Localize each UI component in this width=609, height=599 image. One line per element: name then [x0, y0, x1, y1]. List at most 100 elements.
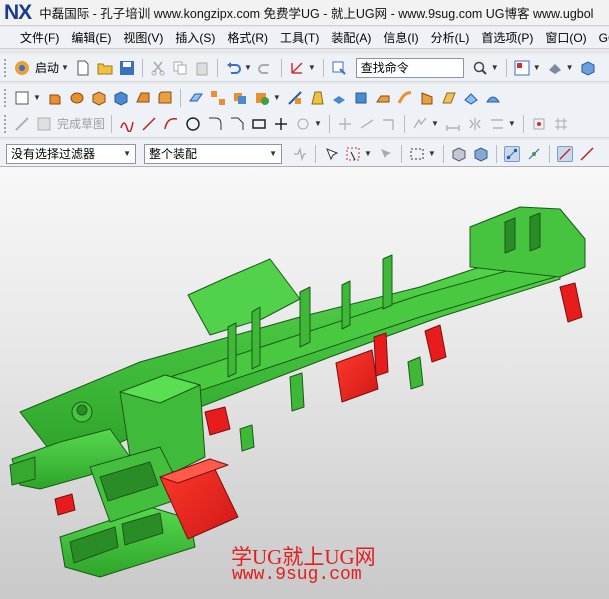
tab-2[interactable] [407, 356, 424, 390]
snap-point-icon[interactable] [345, 146, 361, 162]
copy-icon[interactable] [172, 60, 188, 76]
unite-icon[interactable] [232, 90, 248, 106]
filter-settings-icon[interactable] [292, 146, 308, 162]
menu-gc-toolbox[interactable]: GC 工 [593, 29, 609, 46]
toolbar-grip[interactable] [4, 58, 8, 77]
render-style-icon[interactable] [547, 60, 563, 76]
chevron-down-icon[interactable]: ▼ [533, 63, 541, 72]
snap-endpoint-icon[interactable] [503, 145, 520, 162]
rectangle-icon[interactable] [251, 116, 267, 132]
redo-icon[interactable] [257, 60, 274, 76]
chevron-down-icon[interactable]: ▼ [308, 63, 316, 72]
thicken-icon[interactable] [353, 90, 369, 106]
mesh-surface-icon[interactable] [463, 90, 479, 106]
cut-icon[interactable] [150, 60, 166, 76]
rib-4[interactable] [251, 306, 261, 370]
block-icon[interactable] [91, 90, 107, 106]
through-curves-icon[interactable] [419, 90, 435, 106]
graphics-window[interactable]: 学UG就上UG网 www.9sug.com [0, 166, 609, 599]
menu-analysis[interactable]: 分析(L) [425, 29, 476, 46]
swept-icon[interactable] [397, 90, 413, 106]
menu-information[interactable]: 信息(I) [377, 29, 424, 46]
offset-face-icon[interactable] [331, 90, 347, 106]
rib-3[interactable] [299, 286, 311, 348]
menu-assembly[interactable]: 装配(A) [325, 29, 377, 46]
chevron-down-icon[interactable]: ▼ [61, 63, 69, 72]
extrude-icon[interactable] [47, 90, 63, 106]
tab-1[interactable] [289, 372, 305, 412]
ruled-icon[interactable] [441, 90, 457, 106]
menu-view[interactable]: 视图(V) [117, 29, 169, 46]
studio-surface-icon[interactable] [485, 90, 501, 106]
menu-window[interactable]: 窗口(O) [539, 29, 592, 46]
project-curve-icon[interactable] [489, 116, 505, 132]
rectangle-select-icon[interactable] [409, 146, 425, 162]
circle-icon[interactable] [185, 116, 201, 132]
save-icon[interactable] [119, 60, 135, 76]
point-icon[interactable] [273, 116, 289, 132]
mirror-curve-icon[interactable] [467, 116, 483, 132]
arc-icon[interactable] [163, 116, 179, 132]
finish-sketch-button[interactable]: 完成草图 [57, 115, 105, 132]
menu-edit[interactable]: 编辑(E) [65, 29, 117, 46]
multi-select-icon[interactable] [378, 146, 394, 162]
sketch-icon[interactable] [14, 90, 30, 106]
trim-body-icon[interactable] [287, 90, 303, 106]
view-cube-icon[interactable] [580, 60, 596, 76]
chevron-down-icon[interactable]: ▼ [33, 93, 41, 102]
sew-icon[interactable] [375, 90, 391, 106]
quick-extend-icon[interactable] [359, 116, 375, 132]
search-icon[interactable] [472, 60, 488, 76]
boss-hole[interactable] [76, 404, 88, 416]
chamfer-icon[interactable] [135, 90, 151, 106]
type-filter-select[interactable]: 没有选择过滤器 ▼ [6, 143, 136, 164]
draft-icon[interactable] [309, 90, 325, 106]
undo-icon[interactable] [225, 60, 241, 76]
select-features-icon[interactable] [323, 146, 339, 162]
chamfer-sketch-icon[interactable] [229, 116, 245, 132]
layout-icon[interactable] [514, 60, 530, 76]
red-clip-3[interactable] [559, 282, 583, 323]
align-icon[interactable] [531, 116, 547, 132]
tab-3[interactable] [239, 424, 255, 452]
pattern-icon[interactable] [210, 90, 226, 106]
menu-file[interactable]: 文件(F) [14, 29, 65, 46]
snap-line-icon[interactable] [579, 146, 595, 162]
red-block-mid[interactable] [335, 349, 379, 403]
assembly-model[interactable] [9, 206, 586, 578]
start-button[interactable]: 启动 [35, 59, 59, 76]
datum-plane-icon[interactable] [188, 90, 204, 106]
new-file-icon[interactable] [75, 60, 91, 76]
chevron-down-icon[interactable]: ▼ [431, 119, 439, 128]
menu-format[interactable]: 格式(R) [221, 29, 274, 46]
chevron-down-icon[interactable]: ▼ [508, 119, 516, 128]
chevron-down-icon[interactable]: ▼ [428, 149, 436, 158]
command-finder-icon[interactable] [331, 60, 347, 76]
menu-preferences[interactable]: 首选项(P) [475, 29, 539, 46]
wcs-icon[interactable] [289, 60, 305, 76]
toolbar-grip[interactable] [4, 114, 8, 133]
section-view-icon[interactable] [473, 146, 489, 162]
chevron-down-icon[interactable]: ▼ [244, 63, 252, 72]
sketch-task-icon[interactable] [14, 116, 30, 132]
red-clip-1[interactable] [373, 332, 389, 377]
line-icon[interactable] [141, 116, 157, 132]
search-command-input[interactable]: 查找命令 [355, 57, 464, 78]
dimension-icon[interactable] [445, 116, 461, 132]
right-tower[interactable] [469, 206, 586, 278]
chevron-down-icon[interactable]: ▼ [364, 149, 372, 158]
model-view[interactable] [0, 167, 609, 599]
rib-2[interactable] [341, 280, 351, 330]
paste-icon[interactable] [194, 60, 210, 76]
menu-insert[interactable]: 插入(S) [169, 29, 221, 46]
offset-curve-icon[interactable] [295, 116, 311, 132]
chevron-down-icon[interactable]: ▼ [566, 63, 574, 72]
chevron-down-icon[interactable]: ▼ [491, 63, 499, 72]
red-clip-5[interactable] [54, 493, 76, 516]
open-folder-icon[interactable] [97, 60, 113, 76]
shell-icon[interactable] [113, 90, 129, 106]
chevron-down-icon[interactable]: ▼ [273, 93, 281, 102]
subtract-icon[interactable] [254, 90, 270, 106]
constraints-icon[interactable] [412, 116, 428, 132]
quick-trim-icon[interactable] [337, 116, 353, 132]
